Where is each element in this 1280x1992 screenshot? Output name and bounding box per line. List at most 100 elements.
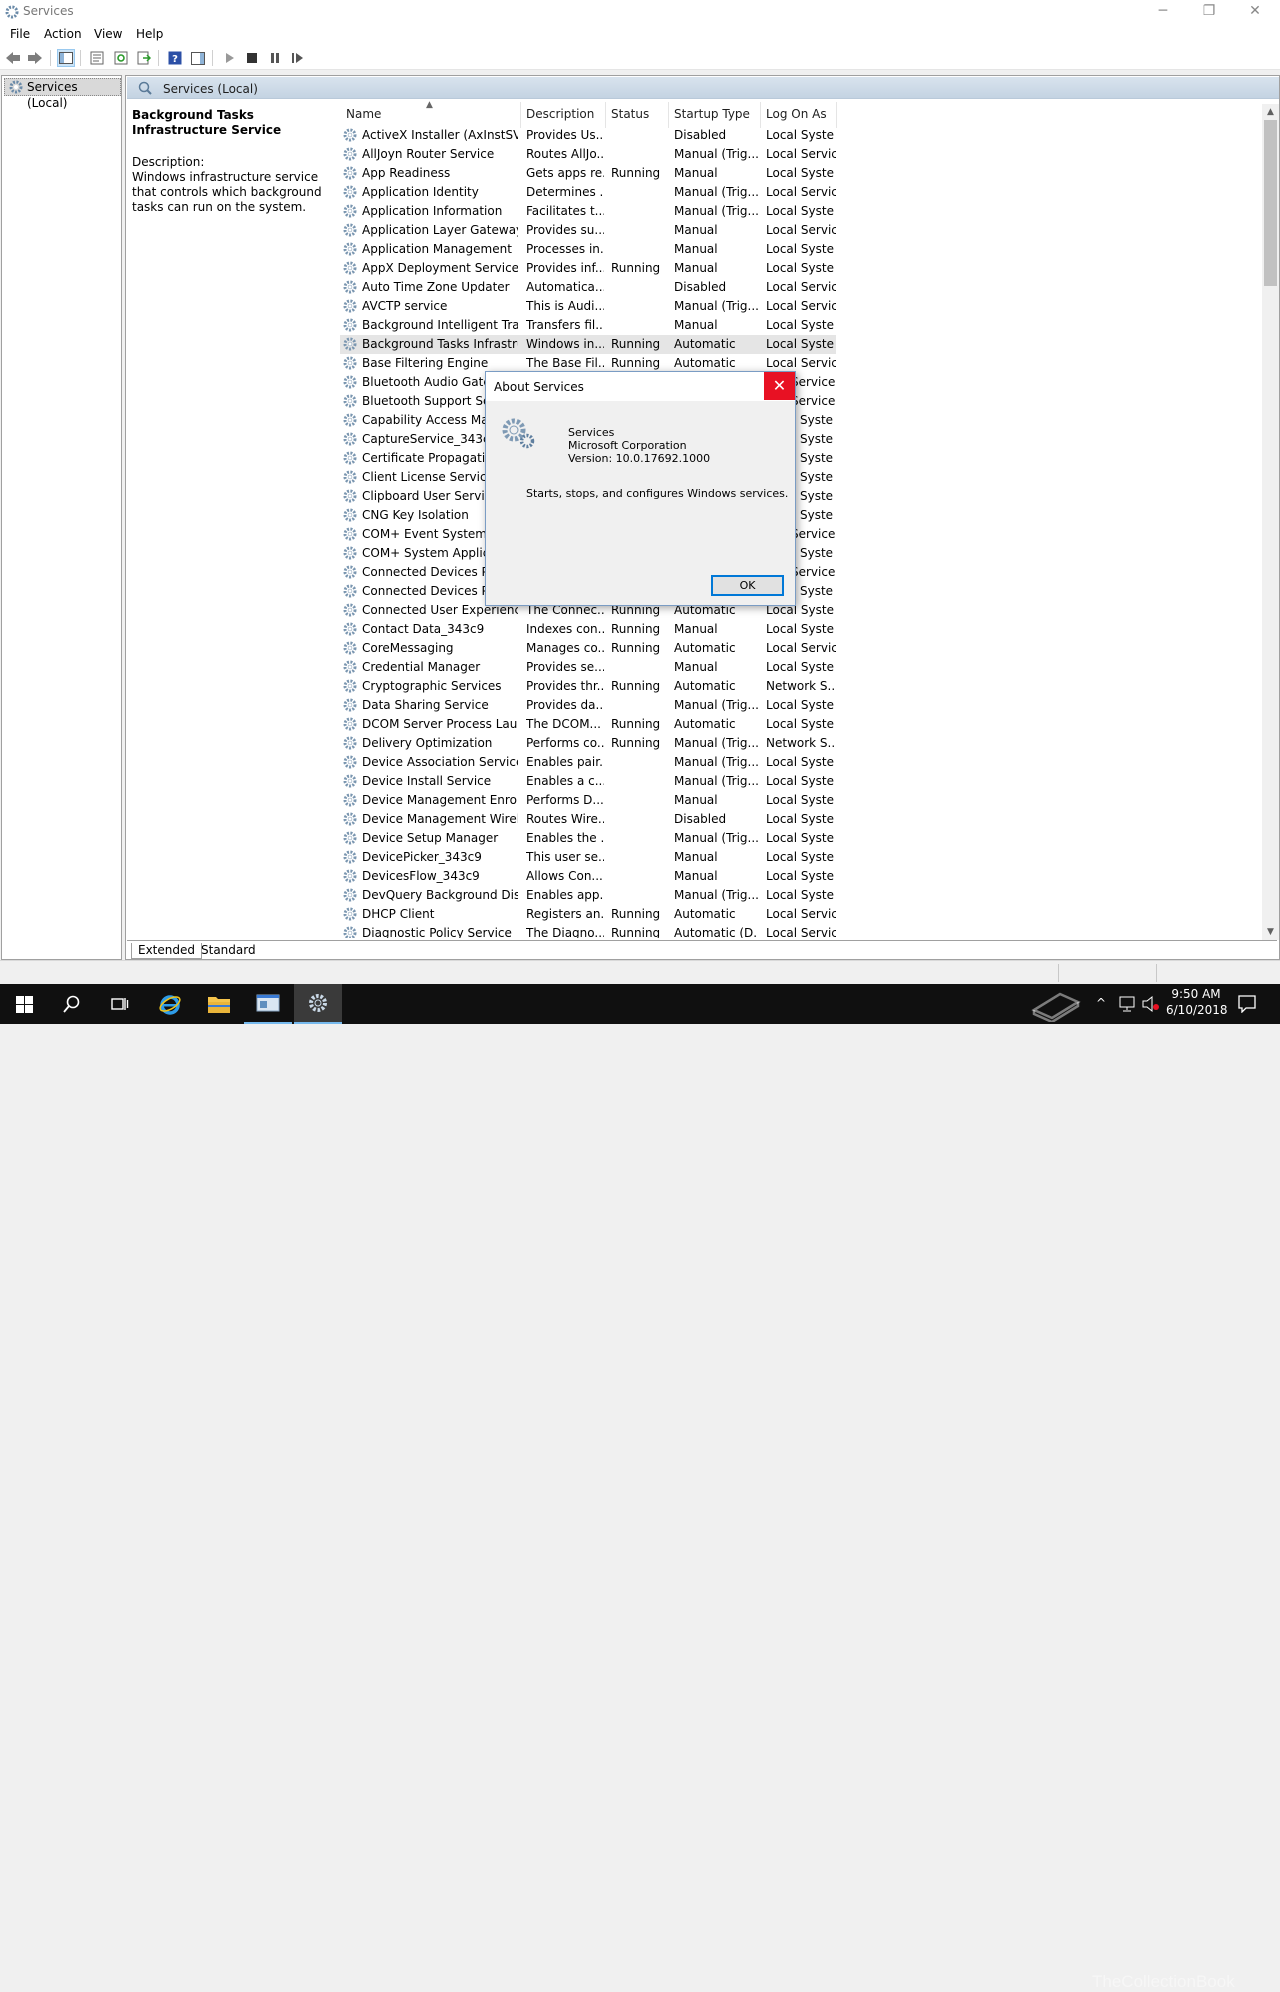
table-row[interactable]: DevicesFlow_343c9 Allows Con... Manual Loca… — [340, 867, 836, 886]
dialog-close-button[interactable]: ✕ — [764, 372, 795, 400]
forward-arrow-icon[interactable] — [26, 49, 44, 67]
cell-log-on-as: Local Service — [766, 907, 836, 921]
taskbar-file-explorer[interactable] — [195, 984, 243, 1024]
menu-view[interactable]: View — [94, 27, 122, 41]
table-row[interactable]: Data Sharing Service Provides da... Manual… — [340, 696, 836, 715]
table-row[interactable]: DevQuery Background Disc... Enables app..… — [340, 886, 836, 905]
cell-description: Transfers fil... — [526, 318, 604, 332]
task-view-button[interactable] — [96, 984, 144, 1024]
tab-standard[interactable]: Standard — [195, 943, 262, 959]
menu-action[interactable]: Action — [44, 27, 82, 41]
table-row[interactable]: Device Management Enroll... Performs D...… — [340, 791, 836, 810]
restore-button[interactable]: ❐ — [1186, 0, 1232, 24]
help-icon[interactable]: ? — [166, 49, 184, 67]
selected-service-title: Background Tasks Infrastructure Service — [132, 108, 282, 137]
table-row[interactable]: DCOM Server Process Laun... The DCOM... Ru… — [340, 715, 836, 734]
cell-startup-type: Manual — [674, 261, 718, 275]
table-row[interactable]: Device Setup Manager Enables the ... Manua… — [340, 829, 836, 848]
cell-name: Diagnostic Policy Service — [362, 926, 512, 938]
table-row[interactable]: Device Association Service Enables pair..… — [340, 753, 836, 772]
ok-button[interactable]: OK — [711, 575, 784, 596]
table-row[interactable]: Device Management Wirele... Routes Wire..… — [340, 810, 836, 829]
show-hidden-icons-icon[interactable]: ^ — [1096, 996, 1106, 1036]
service-gear-icon — [342, 165, 358, 181]
table-row[interactable]: Application Management Processes in... Man… — [340, 240, 836, 259]
column-header-log-on-as[interactable]: Log On As — [766, 107, 827, 121]
start-button[interactable] — [0, 984, 48, 1024]
cell-log-on-as: Local Service — [766, 223, 836, 237]
column-header-description[interactable]: Description — [526, 107, 594, 121]
column-header-status[interactable]: Status — [611, 107, 649, 121]
taskbar: TheCollectionBook ^ 9:50 AM 6/10/2018 — [0, 984, 1280, 1991]
scroll-up-icon[interactable]: ▲ — [1262, 104, 1279, 120]
watermark-text: TheCollectionBook — [1092, 1972, 1235, 1991]
console-tree: Services (Local) — [1, 75, 122, 960]
show-hide-console-tree-icon[interactable] — [57, 49, 75, 67]
start-service-icon[interactable] — [221, 49, 239, 67]
about-description: Starts, stops, and configures Windows se… — [526, 487, 789, 500]
table-row[interactable]: Credential Manager Provides se... Manual Lo… — [340, 658, 836, 677]
cell-log-on-as: Local Service — [766, 280, 836, 294]
cell-log-on-as: Local Syste — [766, 660, 834, 674]
table-row[interactable]: Contact Data_343c9 Indexes con... Running M… — [340, 620, 836, 639]
table-row[interactable]: Auto Time Zone Updater Automatica... Disab… — [340, 278, 836, 297]
restart-service-icon[interactable] — [289, 49, 307, 67]
menu-help[interactable]: Help — [136, 27, 163, 41]
table-row[interactable]: App Readiness Gets apps re... Running Manua… — [340, 164, 836, 183]
table-row[interactable]: DHCP Client Registers an... Running Automat… — [340, 905, 836, 924]
table-row[interactable]: DevicePicker_343c9 This user se... Manual L… — [340, 848, 836, 867]
volume-muted-icon[interactable] — [1142, 996, 1160, 1012]
table-row[interactable]: AppX Deployment Service (... Provides inf… — [340, 259, 836, 278]
back-arrow-icon[interactable] — [4, 49, 22, 67]
export-list-icon[interactable] — [135, 49, 153, 67]
show-action-pane-icon[interactable] — [189, 49, 207, 67]
column-header-startup-type[interactable]: Startup Type — [674, 107, 750, 121]
network-icon[interactable] — [1118, 996, 1136, 1012]
service-gear-icon — [342, 697, 358, 713]
cell-startup-type: Automatic — [674, 679, 736, 693]
cell-startup-type: Manual (Trig... — [674, 698, 758, 712]
minimize-button[interactable]: ─ — [1140, 0, 1186, 24]
stop-service-icon[interactable] — [243, 49, 261, 67]
cell-startup-type: Disabled — [674, 128, 727, 142]
tab-extended[interactable]: Extended — [131, 943, 202, 959]
cell-log-on-as: Syste — [800, 451, 834, 465]
cell-name: AVCTP service — [362, 299, 448, 313]
action-center-icon[interactable] — [1238, 995, 1256, 1013]
search-button[interactable] — [48, 984, 96, 1024]
cell-description: The DCOM... — [526, 717, 601, 731]
vertical-scrollbar[interactable]: ▲ ▼ — [1262, 104, 1279, 940]
service-gear-icon — [342, 564, 358, 580]
table-row[interactable]: ActiveX Installer (AxInstSV) Provides Us.… — [340, 126, 836, 145]
table-row[interactable]: Background Intelligent Tran... Transfers … — [340, 316, 836, 335]
table-row[interactable]: Delivery Optimization Performs co... Runni… — [340, 734, 836, 753]
table-row[interactable]: AllJoyn Router Service Routes AllJo... Man… — [340, 145, 836, 164]
cell-log-on-as: Local Syste — [766, 204, 834, 218]
refresh-icon[interactable] — [112, 49, 130, 67]
tree-item-services-local[interactable]: Services (Local) — [4, 78, 121, 110]
scrollbar-thumb[interactable] — [1264, 120, 1277, 286]
table-row[interactable]: Cryptographic Services Provides thr... Run… — [340, 677, 836, 696]
pane-header-title: Services (Local) — [163, 82, 258, 96]
column-header-name[interactable]: Name — [346, 107, 381, 121]
scroll-down-icon[interactable]: ▼ — [1262, 924, 1279, 940]
pause-service-icon[interactable] — [266, 49, 284, 67]
taskbar-internet-explorer[interactable] — [146, 984, 194, 1024]
table-row[interactable]: Application Layer Gateway ... Provides su… — [340, 221, 836, 240]
cell-startup-type: Manual (Trig... — [674, 755, 758, 769]
table-row[interactable]: AVCTP service This is Audi... Manual (Trig… — [340, 297, 836, 316]
close-window-button[interactable]: ✕ — [1232, 0, 1278, 24]
table-row[interactable]: CoreMessaging Manages co... Running Automat… — [340, 639, 836, 658]
table-row[interactable]: Background Tasks Infrastru... Windows in.… — [340, 335, 836, 354]
taskbar-services[interactable] — [294, 984, 342, 1024]
clock[interactable]: 9:50 AM 6/10/2018 — [1166, 986, 1228, 1026]
taskbar-computer-management[interactable] — [244, 984, 292, 1024]
table-row[interactable]: Device Install Service Enables a c... Manu… — [340, 772, 836, 791]
menu-file[interactable]: File — [10, 27, 30, 41]
table-row[interactable]: Application Identity Determines ... Manual… — [340, 183, 836, 202]
properties-icon[interactable] — [88, 49, 106, 67]
table-row[interactable]: Application Information Facilitates t... M… — [340, 202, 836, 221]
service-gear-icon — [342, 355, 358, 371]
table-row[interactable]: Diagnostic Policy Service The Diagno... Ru… — [340, 924, 836, 938]
service-gear-icon — [342, 716, 358, 732]
